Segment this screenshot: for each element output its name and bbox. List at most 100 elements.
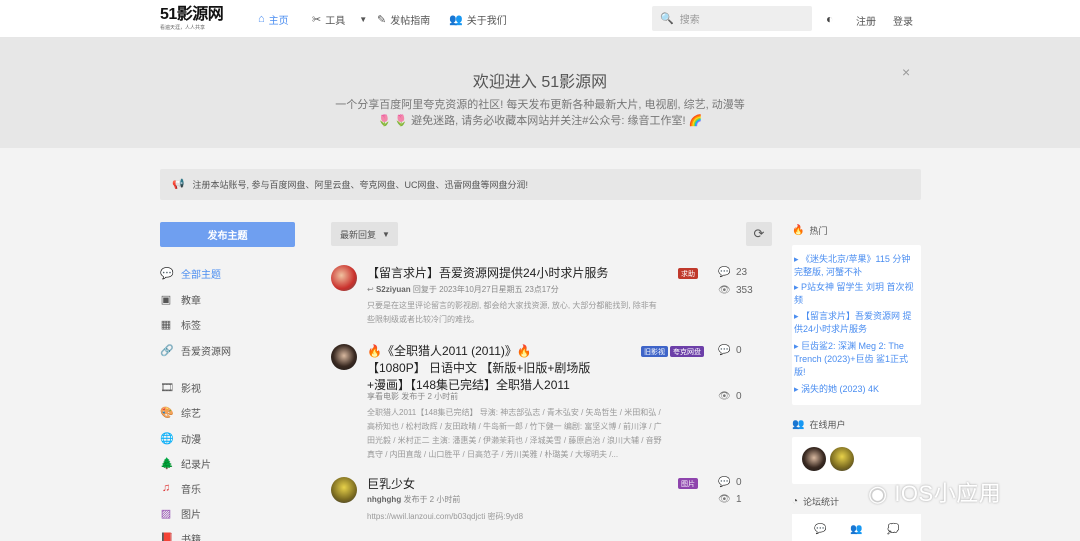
nav-home[interactable]: ⌂ 主页: [258, 0, 289, 38]
sidebar-item-images[interactable]: ▨ 图片: [160, 505, 201, 521]
thread-title-line: 【1080P】 日语中文 【新版+旧版+剧场版: [367, 361, 591, 375]
hot-item[interactable]: ▸ 【留言求片】吾爱资源网 提供24小时求片服务: [794, 310, 914, 336]
avatar[interactable]: [830, 447, 854, 471]
publish-topic-button[interactable]: 发布主题: [160, 222, 295, 247]
film-icon: 🎞: [160, 381, 174, 394]
sidebar-item-label: 综艺: [181, 408, 201, 420]
online-users-header: 👥 在线用户: [792, 418, 845, 431]
watermark-text: ◉ IOS小应用: [868, 476, 1001, 508]
users-icon: 👥: [850, 524, 863, 535]
avatar[interactable]: [331, 477, 357, 503]
tag-label: 旧影视: [644, 348, 665, 356]
eye-icon: 👁: [718, 285, 731, 296]
view-count-value: 353: [736, 285, 753, 296]
hot-item[interactable]: ▸ P站女神 留学生 刘玥 首次视频: [794, 281, 914, 307]
nav-post-guide[interactable]: ✎ 发帖指南: [377, 0, 430, 38]
avatar[interactable]: [331, 344, 357, 370]
thread-author[interactable]: S2ziyuan: [376, 285, 411, 294]
sidebar-item-music[interactable]: ♫ 音乐: [160, 480, 201, 496]
home-icon: ⌂: [258, 13, 265, 25]
register-link[interactable]: 注册: [856, 13, 876, 28]
excerpt-line: 些限制级或者比较冷门的难找。: [367, 315, 479, 324]
excerpt-line: https://wwil.lanzoui.com/b03qdjcti 密码:9y…: [367, 512, 524, 521]
tag-quark[interactable]: 夸克网盘: [670, 346, 704, 357]
sidebar-item-books[interactable]: 📕 书籍: [160, 530, 201, 541]
excerpt-line: 只要是在这里评论留言的影视剧, 都会给大家找资源, 放心, 大部分都能找到, 除…: [367, 301, 657, 310]
refresh-icon: ⟳: [753, 226, 765, 241]
excerpt-line: 全职猎人2011【148集已完结】 导演: 神志部弘志 / 青木弘安 / 矢岛哲…: [367, 408, 661, 417]
thread-title[interactable]: 巨乳少女: [367, 476, 415, 493]
hot-item-label: P站女神 留学生 刘玥 首次视频: [794, 282, 914, 305]
theme-toggle-icon[interactable]: ◐: [826, 12, 833, 26]
sidebar-item-variety[interactable]: 🎨 综艺: [160, 404, 201, 420]
sidebar-item-movies[interactable]: 🎞 影视: [160, 379, 201, 395]
nav-about-label: 关于我们: [466, 15, 507, 27]
hot-item[interactable]: ▸ 涡失的她 (2023) 4K: [794, 383, 914, 396]
refresh-button[interactable]: ⟳: [746, 222, 772, 246]
thread-title-line: 🔥《全职猎人2011 (2011)》🔥: [367, 344, 532, 358]
sidebar-item-badge[interactable]: ▣ 教章: [160, 291, 201, 307]
thread-meta: nhghghg 发布于 2 小时前: [367, 494, 460, 505]
chevron-down-icon: ▼: [382, 229, 390, 239]
thread-author[interactable]: 享看电影: [367, 392, 399, 401]
hot-item[interactable]: ▸ 巨齿鲨2: 深渊 Meg 2: The Trench (2023)+巨齿 鲨…: [794, 340, 914, 379]
bullet-icon: ▸: [794, 311, 802, 321]
avatar[interactable]: [802, 447, 826, 471]
site-logo[interactable]: 51影源网 看遍天涯，人人共享: [160, 6, 240, 34]
sidebar-item-label: 图片: [181, 509, 201, 521]
sidebar-item-documentary[interactable]: 🌲 纪录片: [160, 455, 211, 471]
notice-bar: 📢 注册本站账号, 参与百度网盘、阿里云盘、夸克网盘、UC网盘、迅雷网盘等网盘分…: [160, 169, 921, 200]
globe-icon: 🌐: [160, 432, 174, 445]
search-input[interactable]: 🔍 搜索: [652, 6, 812, 31]
avatar[interactable]: [331, 265, 357, 291]
thread-author[interactable]: nhghghg: [367, 495, 401, 504]
sidebar-item-tags[interactable]: ▦ 标签: [160, 316, 201, 332]
sidebar-item-anime[interactable]: 🌐 动漫: [160, 430, 201, 446]
tag-old-movies[interactable]: 旧影视: [641, 346, 668, 357]
grid-icon: ▦: [160, 318, 172, 331]
view-count-value: 0: [736, 391, 742, 402]
hot-header: 🔥 热门: [792, 224, 827, 237]
tag-label: 夸克网盘: [673, 348, 701, 356]
thread-time: 发布于 2 小时前: [403, 495, 461, 504]
search-icon: 🔍: [660, 13, 674, 25]
nav-home-label: 主页: [268, 15, 289, 27]
reply-icon: ↩: [367, 285, 374, 294]
login-link[interactable]: 登录: [893, 13, 913, 28]
tools-icon: ✂: [312, 13, 322, 26]
top-navbar: 51影源网 看遍天涯，人人共享 ⌂ 主页 ✂ 工具 ▼ ✎ 发帖指南 👥 关于我…: [0, 0, 1080, 38]
link-icon: 🔗: [160, 344, 174, 357]
excerpt-line: 高桥知也 / 松村政辉 / 友田政晴 / 牛岛新一郎 / 竹下健一 编剧: 富坚…: [367, 422, 662, 431]
comment-icon: 💬: [718, 345, 731, 356]
search-placeholder: 搜索: [679, 15, 700, 26]
hot-item[interactable]: ▸ 《迷失北京/苹果》115 分钟完整版, 河蟹不补: [794, 253, 914, 279]
hot-item-label: 【留言求片】吾爱资源网 提供24小时求片服务: [794, 311, 912, 334]
sidebar-item-label: 书籍: [181, 534, 201, 541]
nav-tools[interactable]: ✂ 工具 ▼: [312, 0, 367, 38]
view-count: 👁 1: [718, 494, 742, 505]
sort-dropdown[interactable]: 最新回复 ▼: [331, 222, 398, 246]
sidebar-item-label: 全部主题: [181, 269, 221, 281]
sidebar-item-label: 教章: [181, 295, 201, 307]
image-icon: ▨: [160, 507, 172, 520]
thread-title[interactable]: 【留言求片】吾爱资源网提供24小时求片服务: [367, 265, 608, 282]
forum-stats-header: ◔ 论坛统计: [792, 495, 839, 508]
sort-label: 最新回复: [340, 229, 377, 240]
wechat-icon: ◉: [868, 481, 895, 506]
thread-time: 回复于 2023年10月27日星期五 23点17分: [412, 285, 559, 294]
sidebar-item-all-topics[interactable]: 💬 全部主题: [160, 265, 221, 281]
online-title: 在线用户: [809, 420, 846, 430]
tag-help[interactable]: 求助: [678, 268, 698, 279]
tag-pictures[interactable]: 图片: [678, 478, 698, 489]
reply-count: 💬 23: [718, 267, 747, 278]
sidebar-item-52ziyuan[interactable]: 🔗 吾爱资源网: [160, 342, 231, 358]
thread-title[interactable]: 🔥《全职猎人2011 (2011)》🔥 【1080P】 日语中文 【新版+旧版+…: [367, 343, 590, 394]
view-count-value: 1: [736, 494, 742, 505]
nav-about[interactable]: 👥 关于我们: [449, 0, 507, 38]
sidebar-item-label: 动漫: [181, 434, 201, 446]
reply-count-value: 0: [736, 345, 742, 356]
megaphone-icon: 📢: [172, 179, 185, 190]
banner-close-button[interactable]: ×: [902, 64, 910, 80]
music-icon: ♫: [161, 482, 171, 494]
notice-text: 注册本站账号, 参与百度网盘、阿里云盘、夸克网盘、UC网盘、迅雷网盘等网盘分润!: [192, 180, 528, 190]
